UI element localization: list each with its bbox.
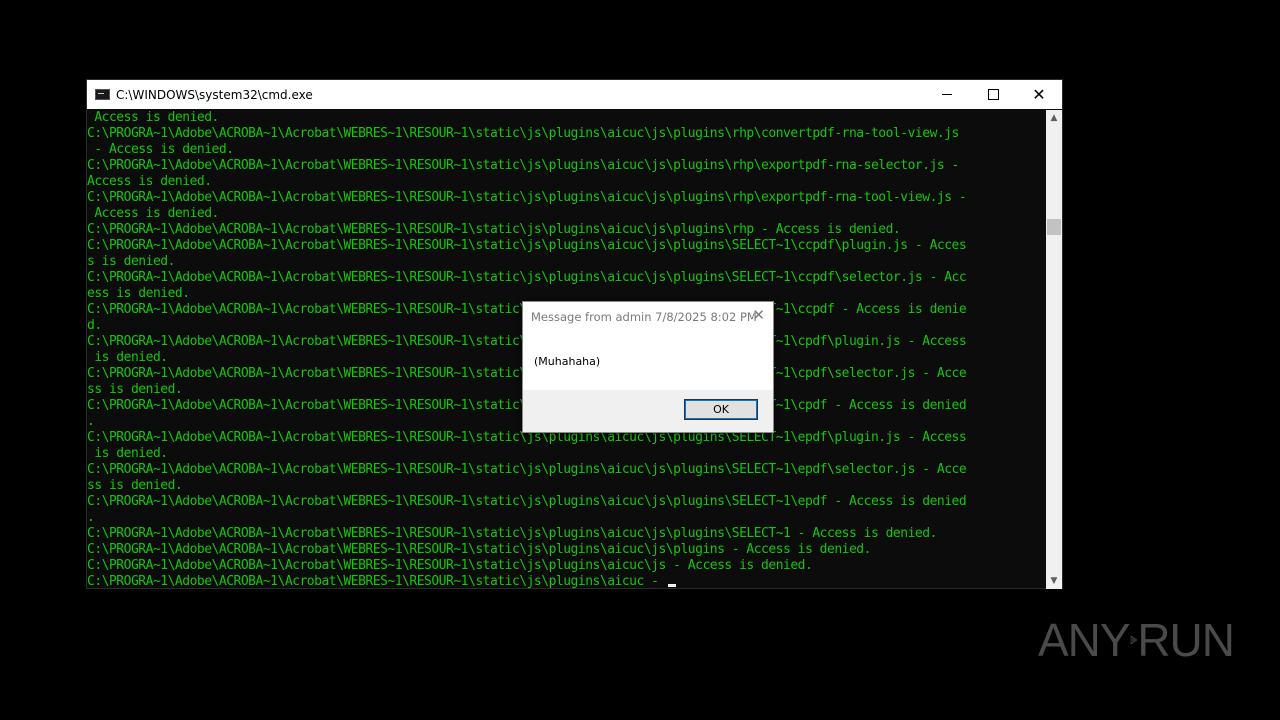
console-line: C:\PROGRA~1\Adobe\ACROBA~1\Acrobat\WEBRE… <box>87 270 967 285</box>
minimize-button[interactable] <box>924 80 970 109</box>
dialog-close-icon[interactable]: ✕ <box>752 306 765 324</box>
anyrun-watermark: ANY RUN <box>1038 608 1235 672</box>
console-line: C:\PROGRA~1\Adobe\ACROBA~1\Acrobat\WEBRE… <box>87 222 901 237</box>
console-line: C:\PROGRA~1\Adobe\ACROBA~1\Acrobat\WEBRE… <box>87 542 871 557</box>
scroll-thumb[interactable] <box>1047 219 1061 235</box>
scroll-up-icon[interactable]: ▲ <box>1046 110 1062 126</box>
console-line: Access is denied. <box>87 174 212 189</box>
console-line: ess is denied. <box>87 286 190 301</box>
console-line: is denied. <box>87 446 168 461</box>
watermark-left-text: ANY <box>1038 614 1131 666</box>
console-line: . <box>87 414 95 429</box>
vertical-scrollbar[interactable]: ▲ ▼ <box>1046 110 1062 589</box>
message-dialog: Message from admin 7/8/2025 8:02 PM ✕ (M… <box>522 301 774 433</box>
console-line: C:\PROGRA~1\Adobe\ACROBA~1\Acrobat\WEBRE… <box>87 558 813 573</box>
console-line: C:\PROGRA~1\Adobe\ACROBA~1\Acrobat\WEBRE… <box>87 158 959 173</box>
console-line: C:\PROGRA~1\Adobe\ACROBA~1\Acrobat\WEBRE… <box>87 494 967 509</box>
console-line: s is denied. <box>87 254 175 269</box>
console-line: C:\PROGRA~1\Adobe\ACROBA~1\Acrobat\WEBRE… <box>87 574 676 589</box>
console-line: - Access is denied. <box>87 142 234 157</box>
play-logo-icon <box>1130 635 1137 645</box>
console-line: C:\PROGRA~1\Adobe\ACROBA~1\Acrobat\WEBRE… <box>87 462 967 477</box>
console-line: is denied. <box>87 350 168 365</box>
console-line: . <box>87 510 95 525</box>
dialog-message: (Muhahaha) <box>534 355 601 368</box>
console-line: C:\PROGRA~1\Adobe\ACROBA~1\Acrobat\WEBRE… <box>87 190 967 205</box>
minimize-icon <box>942 94 952 95</box>
dialog-title: Message from admin 7/8/2025 8:02 PM <box>531 310 757 324</box>
close-button[interactable]: ✕ <box>1016 80 1062 109</box>
console-line: d. <box>87 318 102 333</box>
console-line: Access is denied. <box>87 206 219 221</box>
watermark-right-text: RUN <box>1137 614 1235 666</box>
console-line: C:\PROGRA~1\Adobe\ACROBA~1\Acrobat\WEBRE… <box>87 238 967 253</box>
window-controls: ✕ <box>924 80 1062 109</box>
console-line: C:\PROGRA~1\Adobe\ACROBA~1\Acrobat\WEBRE… <box>87 526 937 541</box>
window-title: C:\WINDOWS\system32\cmd.exe <box>116 87 313 102</box>
console-line: ss is denied. <box>87 382 183 397</box>
scroll-down-icon[interactable]: ▼ <box>1046 573 1062 589</box>
text-cursor <box>667 584 676 587</box>
console-line: Access is denied. <box>87 110 219 125</box>
console-icon <box>95 89 110 100</box>
ok-button[interactable]: OK <box>684 399 758 420</box>
dialog-footer: OK <box>523 390 773 432</box>
title-bar[interactable]: C:\WINDOWS\system32\cmd.exe ✕ <box>87 80 1062 109</box>
console-line: C:\PROGRA~1\Adobe\ACROBA~1\Acrobat\WEBRE… <box>87 126 959 141</box>
console-line: ss is denied. <box>87 478 183 493</box>
maximize-icon <box>987 89 999 100</box>
close-icon: ✕ <box>1032 85 1046 104</box>
maximize-button[interactable] <box>970 80 1016 109</box>
